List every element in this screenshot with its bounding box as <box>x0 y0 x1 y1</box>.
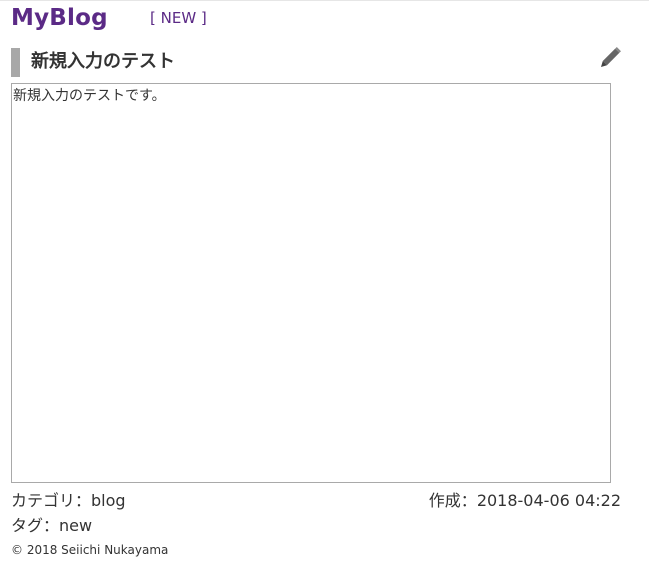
category-value: blog <box>91 491 126 510</box>
post-title: 新規入力のテスト <box>31 51 175 72</box>
title-accent-bar <box>11 48 20 77</box>
tag-label: タグ： <box>11 516 60 535</box>
created-timestamp: 2018-04-06 04:22 <box>476 491 621 510</box>
tag-value: new <box>59 516 93 535</box>
new-post-link[interactable]: [ NEW ] <box>150 8 207 28</box>
top-divider <box>0 0 649 1</box>
category-label: カテゴリ： <box>11 491 92 510</box>
edit-post-button[interactable] <box>598 46 622 70</box>
footer-copyright: © 2018 Seiichi Nukayama <box>11 543 169 557</box>
tag-line: タグ：new <box>11 515 92 537</box>
pencil-icon <box>601 47 621 67</box>
site-brand-link[interactable]: MyBlog <box>11 2 108 34</box>
created-line: 作成：2018-04-06 04:22 <box>429 490 621 512</box>
post-body-textarea[interactable]: 新規入力のテストです。 <box>11 83 611 483</box>
created-label: 作成： <box>428 491 477 510</box>
category-line: カテゴリ：blog <box>11 490 126 512</box>
